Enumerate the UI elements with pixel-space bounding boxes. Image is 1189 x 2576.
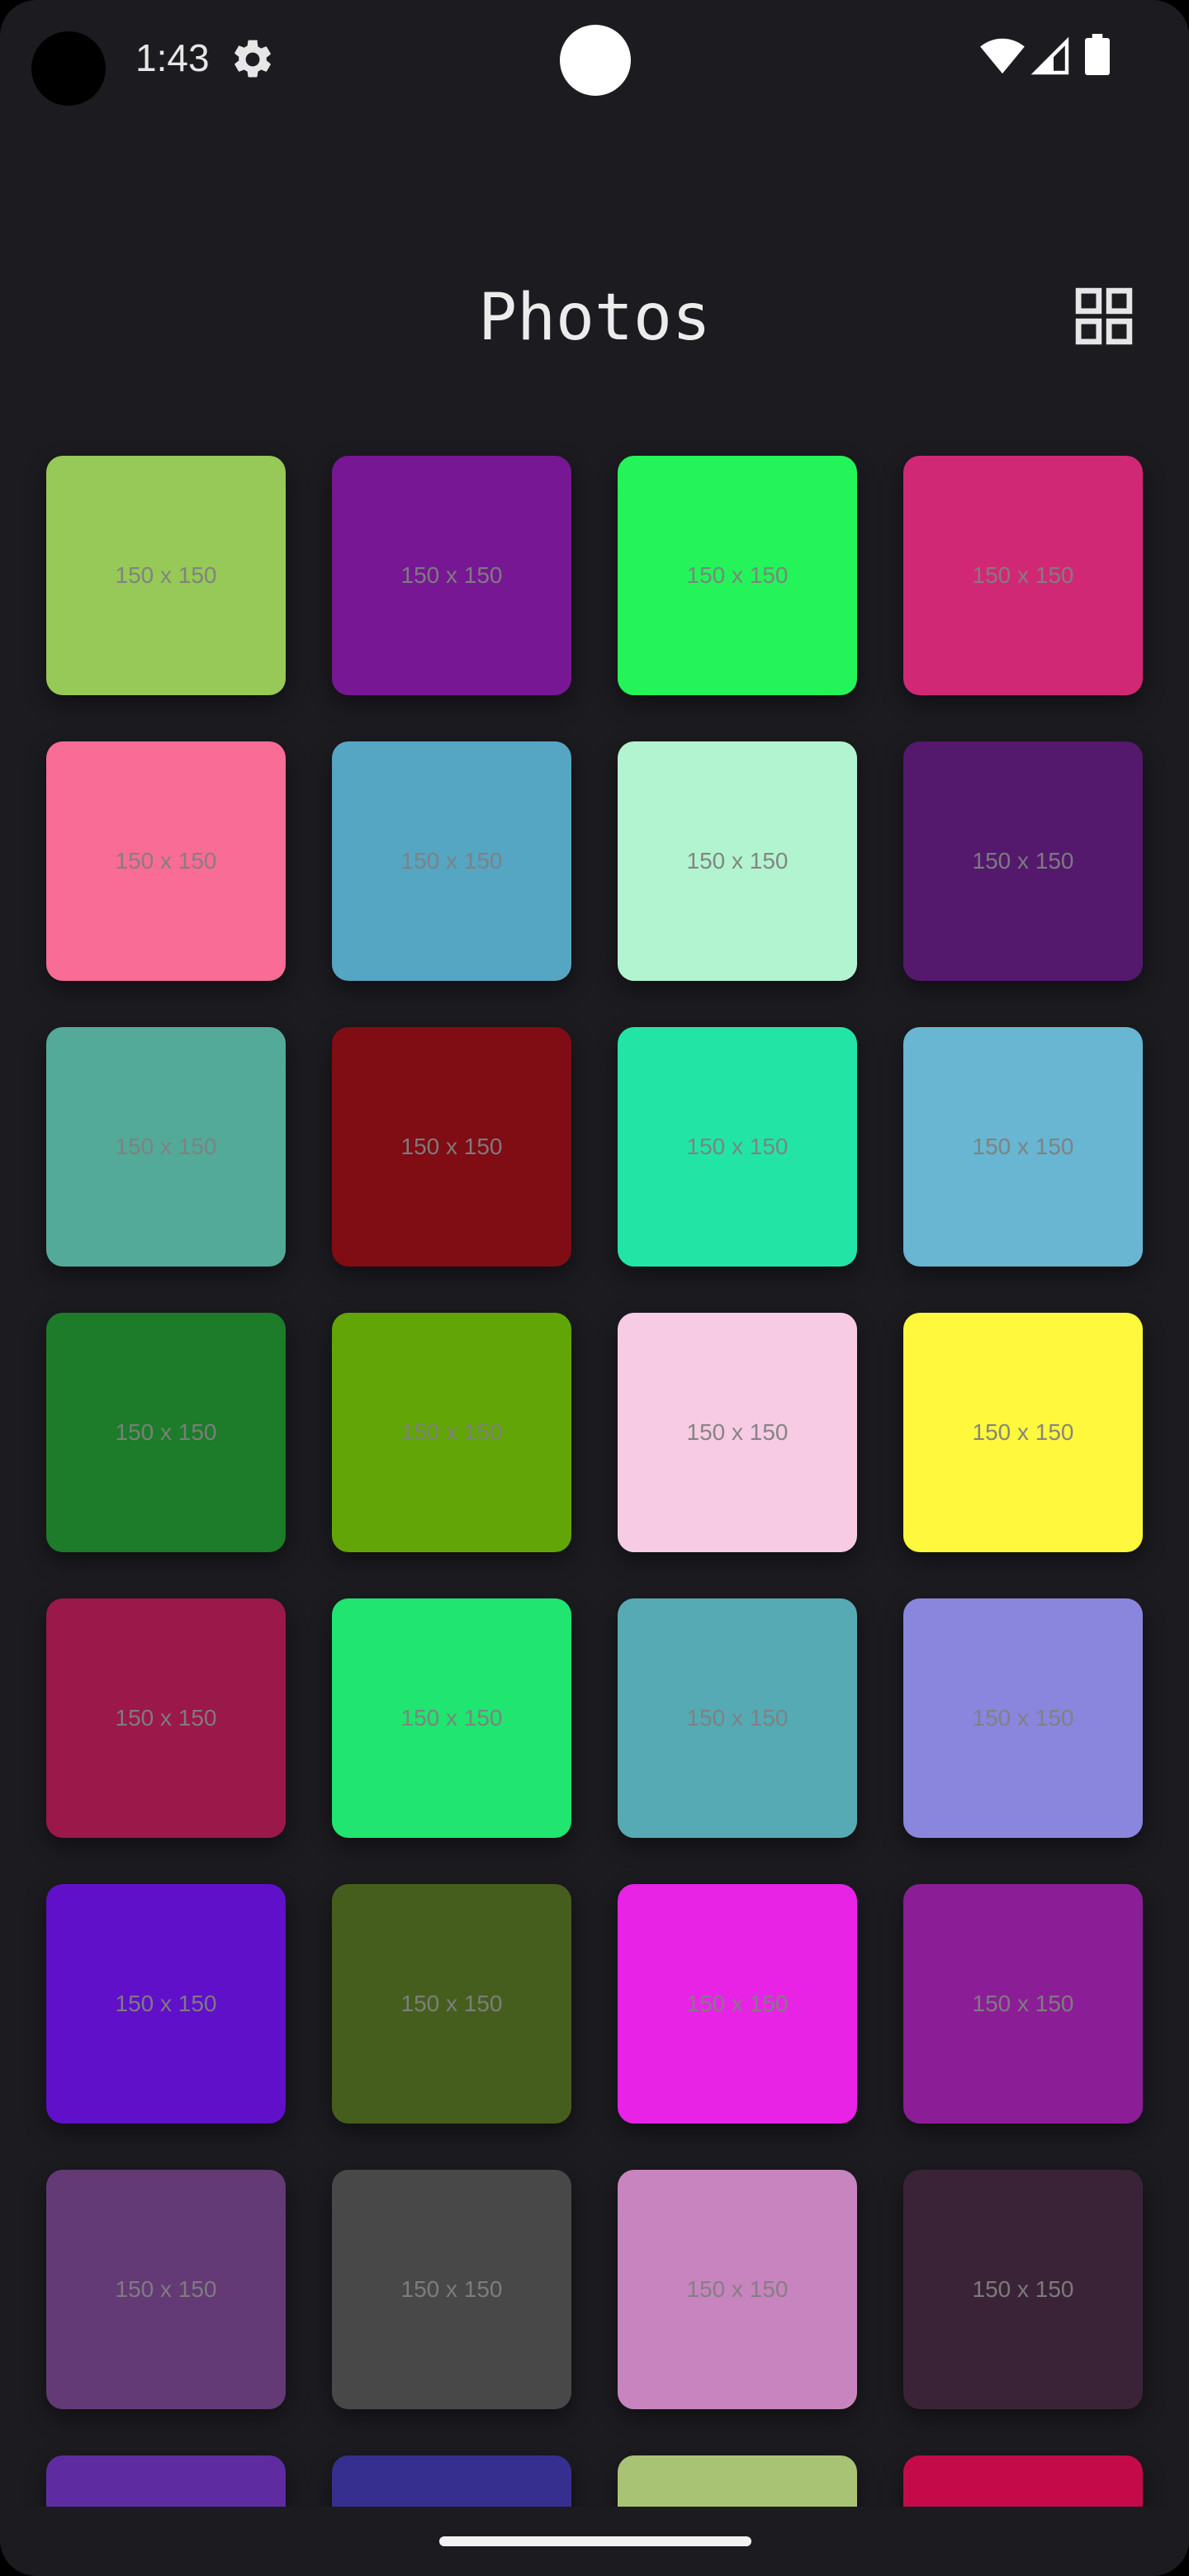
photo-tile-label: 150 x 150 xyxy=(686,848,789,874)
photo-tile-label: 150 x 150 xyxy=(115,2276,217,2302)
photo-tile[interactable]: 150 x 150 xyxy=(903,1598,1143,1838)
photo-tile-label: 150 x 150 xyxy=(686,2276,789,2302)
photo-tile[interactable]: 150 x 150 xyxy=(618,2455,857,2507)
settings-icon xyxy=(234,40,271,78)
status-indicator-dot xyxy=(560,25,631,96)
battery-icon xyxy=(1085,34,1110,75)
photo-tile[interactable]: 150 x 150 xyxy=(618,741,857,981)
photo-tile[interactable]: 150 x 150 xyxy=(618,2170,857,2409)
photo-tile[interactable]: 150 x 150 xyxy=(46,1313,286,1552)
photo-tile[interactable]: 150 x 150 xyxy=(46,2170,286,2409)
photo-tile-label: 150 x 150 xyxy=(972,562,1074,588)
photo-grid: 150 x 150 150 x 150 150 x 150 150 x 150 150 … xyxy=(46,456,1143,2507)
photo-tile-label: 150 x 150 xyxy=(400,1419,503,1445)
photo-tile-label: 150 x 150 xyxy=(686,1134,789,1159)
photo-tile-label: 150 x 150 xyxy=(115,1419,217,1445)
photo-tile[interactable]: 150 x 150 xyxy=(618,1598,857,1838)
photo-tile[interactable]: 150 x 150 xyxy=(332,1598,571,1838)
photo-tile[interactable]: 150 x 150 xyxy=(332,456,571,695)
photo-tile-label: 150 x 150 xyxy=(972,848,1074,874)
photo-tile-label: 150 x 150 xyxy=(686,1419,789,1445)
photo-tile[interactable]: 150 x 150 xyxy=(332,1313,571,1552)
photo-tile-label: 150 x 150 xyxy=(115,562,217,588)
photo-tile-label: 150 x 150 xyxy=(686,562,789,588)
page-title: Photos xyxy=(478,281,711,355)
photo-tile[interactable]: 150 x 150 xyxy=(618,456,857,695)
app-screen: 1:43 Photos 150 x 150 150 x 150 150 x 150 1… xyxy=(0,0,1189,2576)
photo-tile[interactable]: 150 x 150 xyxy=(903,1884,1143,2124)
photo-tile[interactable]: 150 x 150 xyxy=(618,1884,857,2124)
photo-tile-label: 150 x 150 xyxy=(115,848,217,874)
photo-tile[interactable]: 150 x 150 xyxy=(46,2455,286,2507)
photo-tile[interactable]: 150 x 150 xyxy=(46,456,286,695)
photo-tile-label: 150 x 150 xyxy=(400,1705,503,1731)
signal-icon xyxy=(1030,36,1069,75)
status-bar: 1:43 xyxy=(0,0,1189,116)
photo-tile-label: 150 x 150 xyxy=(972,2276,1074,2302)
photo-tile[interactable]: 150 x 150 xyxy=(618,1027,857,1267)
status-time: 1:43 xyxy=(135,36,210,79)
photo-tile-label: 150 x 150 xyxy=(115,1705,217,1731)
photo-tile[interactable]: 150 x 150 xyxy=(903,1313,1143,1552)
photo-tile[interactable]: 150 x 150 xyxy=(332,741,571,981)
photo-tile-label: 150 x 150 xyxy=(400,1134,503,1159)
grid-view-icon[interactable] xyxy=(1073,286,1135,347)
photo-tile[interactable]: 150 x 150 xyxy=(332,1027,571,1267)
photo-tile[interactable]: 150 x 150 xyxy=(332,2170,571,2409)
photo-tile[interactable]: 150 x 150 xyxy=(332,2455,571,2507)
photo-tile-label: 150 x 150 xyxy=(972,1134,1074,1159)
photo-tile-label: 150 x 150 xyxy=(972,1991,1074,2016)
photo-tile-label: 150 x 150 xyxy=(400,848,503,874)
photo-tile[interactable]: 150 x 150 xyxy=(46,1884,286,2124)
photo-tile-label: 150 x 150 xyxy=(686,1705,789,1731)
front-camera xyxy=(31,31,106,106)
photo-tile-label: 150 x 150 xyxy=(115,1134,217,1159)
photo-tile-label: 150 x 150 xyxy=(972,1419,1074,1445)
photo-tile[interactable]: 150 x 150 xyxy=(903,456,1143,695)
photo-tile-label: 150 x 150 xyxy=(400,1991,503,2016)
photo-tile[interactable]: 150 x 150 xyxy=(46,741,286,981)
photo-tile[interactable]: 150 x 150 xyxy=(46,1027,286,1267)
navigation-handle[interactable] xyxy=(439,2536,751,2546)
photo-tile[interactable]: 150 x 150 xyxy=(903,1027,1143,1267)
photo-tile-label: 150 x 150 xyxy=(972,1705,1074,1731)
photo-tile[interactable]: 150 x 150 xyxy=(903,741,1143,981)
photo-grid-viewport[interactable]: 150 x 150 150 x 150 150 x 150 150 x 150 150 … xyxy=(0,429,1189,2507)
photo-tile-label: 150 x 150 xyxy=(686,1991,789,2016)
photo-tile[interactable]: 150 x 150 xyxy=(332,1884,571,2124)
photo-tile-label: 150 x 150 xyxy=(400,2276,503,2302)
photo-tile[interactable]: 150 x 150 xyxy=(903,2455,1143,2507)
photo-tile[interactable]: 150 x 150 xyxy=(903,2170,1143,2409)
wifi-icon xyxy=(980,38,1025,74)
photo-tile[interactable]: 150 x 150 xyxy=(46,1598,286,1838)
photo-tile-label: 150 x 150 xyxy=(115,1991,217,2016)
photo-tile[interactable]: 150 x 150 xyxy=(618,1313,857,1552)
photo-tile-label: 150 x 150 xyxy=(400,562,503,588)
